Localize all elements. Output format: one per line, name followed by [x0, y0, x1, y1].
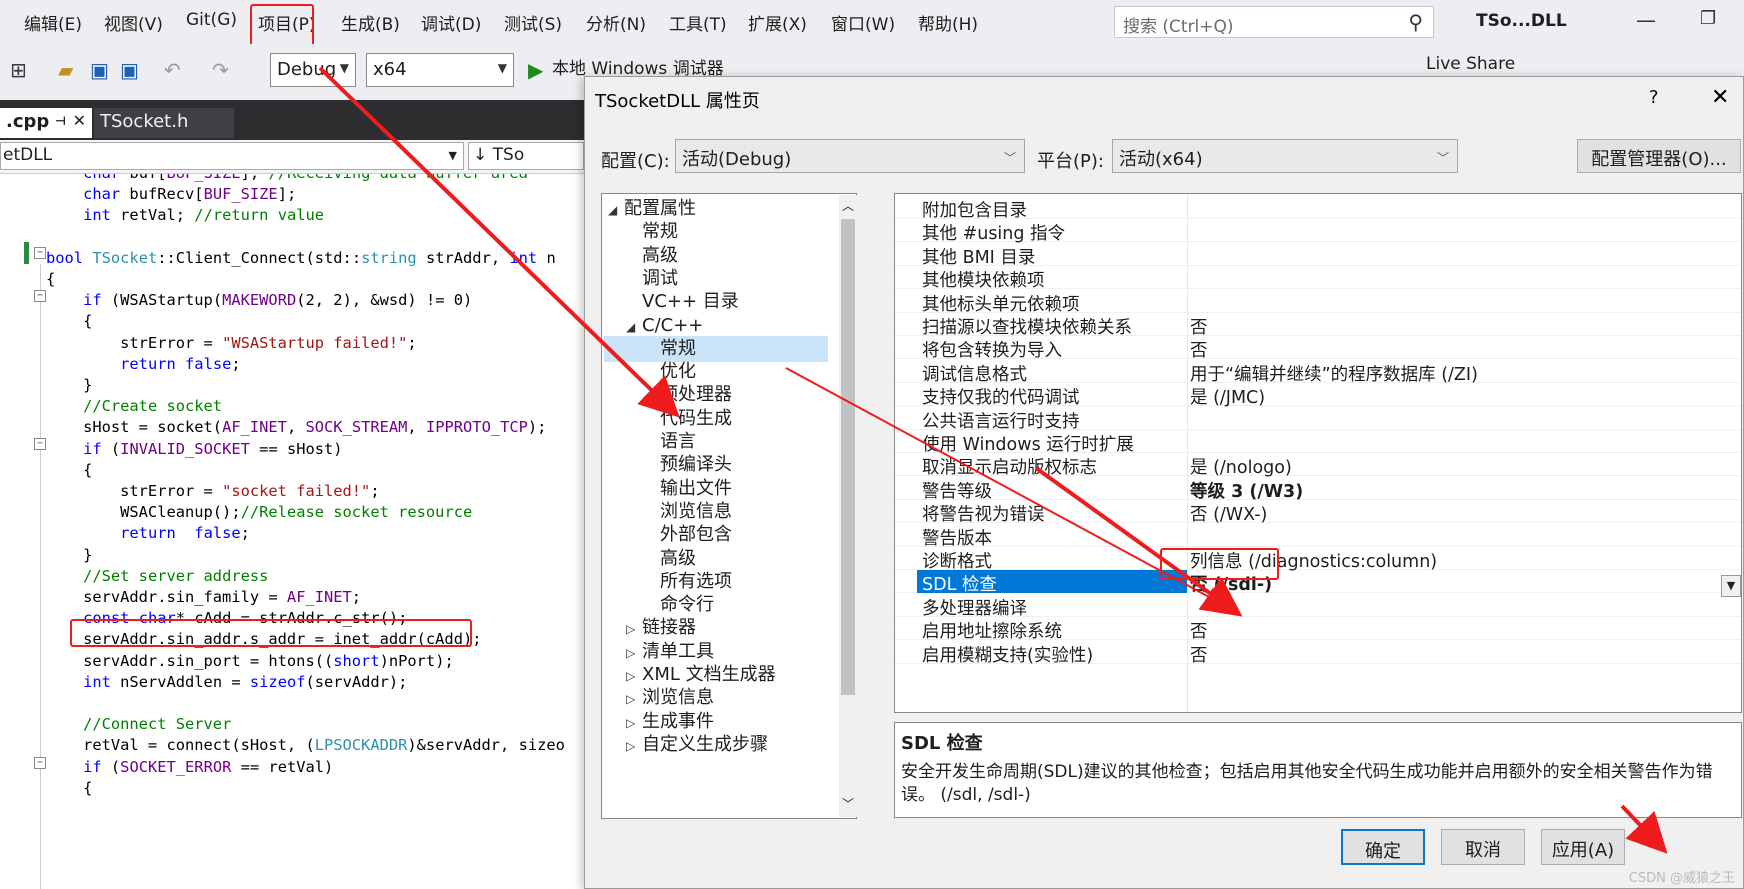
arrow-to-apply: [1620, 804, 1668, 854]
arrow-general-to-sdl: [785, 367, 1226, 606]
annotation-arrows: [318, 66, 1668, 854]
arrow-project-to-cpp: [318, 66, 680, 418]
property-name: SDL 检查: [922, 575, 997, 596]
arrow-warning-to-sdl: [1034, 466, 1243, 617]
